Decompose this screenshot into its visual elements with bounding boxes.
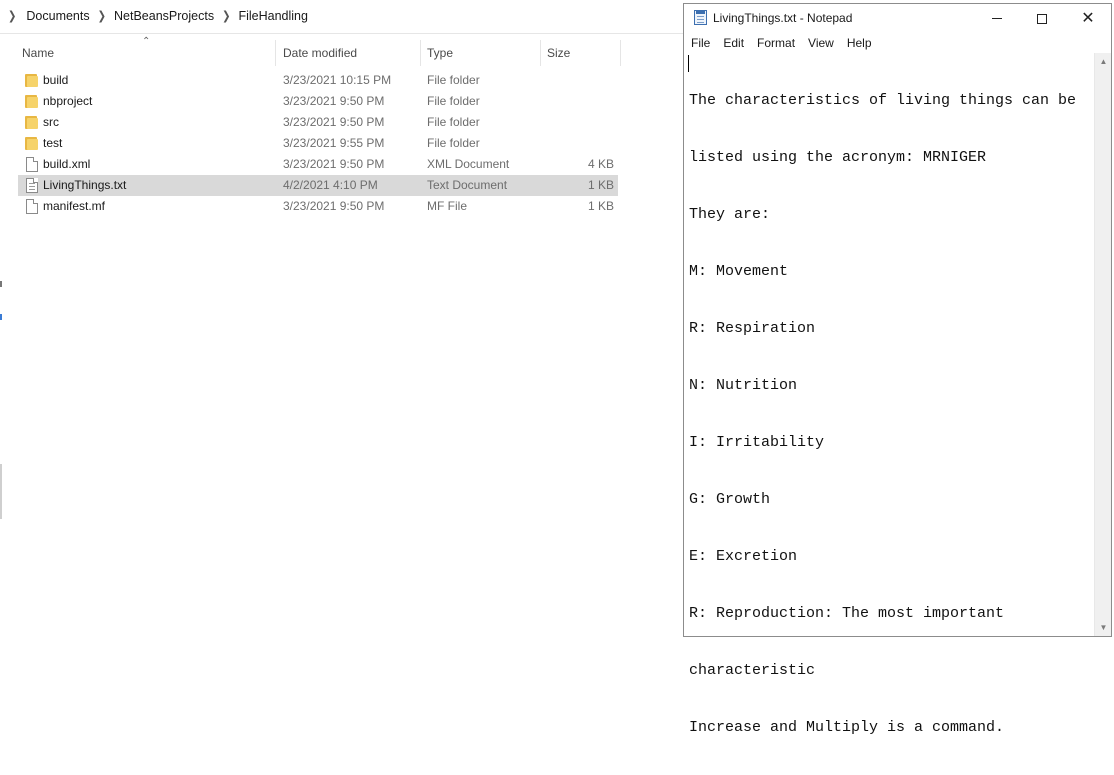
file-row-livingthings-txt[interactable]: LivingThings.txt 4/2/2021 4:10 PM Text D… — [18, 175, 618, 196]
text-line: G: Growth — [689, 491, 771, 508]
notepad-title-bar[interactable]: LivingThings.txt - Notepad ✕ — [684, 4, 1111, 33]
chevron-right-icon[interactable]: ❯ — [222, 9, 230, 22]
file-date-modified: 4/2/2021 4:10 PM — [283, 178, 378, 192]
file-date-modified: 3/23/2021 9:50 PM — [283, 157, 385, 171]
file-date-modified: 3/23/2021 9:50 PM — [283, 94, 385, 108]
file-size: 1 KB — [587, 199, 614, 213]
file-type: File folder — [427, 94, 480, 108]
menu-format[interactable]: Format — [757, 36, 795, 50]
file-name: nbproject — [43, 94, 93, 108]
file-size: 1 KB — [587, 178, 614, 192]
file-type: File folder — [427, 73, 480, 87]
file-name: test — [43, 136, 63, 150]
file-date-modified: 3/23/2021 9:50 PM — [283, 199, 385, 213]
column-divider[interactable] — [275, 40, 276, 66]
maximize-icon — [1037, 13, 1047, 24]
text-line: listed using the acronym: MRNIGER — [689, 149, 987, 166]
file-icon — [26, 199, 38, 214]
file-type: XML Document — [427, 157, 510, 171]
address-bar[interactable]: ❯ Documents ❯ NetBeansProjects ❯ FileHan… — [0, 0, 684, 34]
folder-icon — [25, 115, 39, 130]
column-header-name[interactable]: Name — [22, 46, 54, 60]
maximize-button[interactable] — [1019, 4, 1065, 33]
file-name: build.xml — [43, 157, 91, 171]
vertical-scrollbar[interactable]: ▲ ▼ — [1094, 53, 1111, 636]
folder-icon — [25, 136, 39, 151]
document-text: The characteristics of living things can… — [689, 53, 1089, 775]
breadcrumb-item-filehandling[interactable]: FileHandling — [238, 9, 307, 23]
text-line: The characteristics of living things can… — [689, 92, 1077, 109]
column-divider[interactable] — [620, 40, 621, 66]
file-type: Text Document — [427, 178, 508, 192]
file-type: MF File — [427, 199, 467, 213]
close-button[interactable]: ✕ — [1065, 4, 1111, 33]
chevron-right-icon[interactable]: ❯ — [98, 9, 106, 22]
column-divider[interactable] — [420, 40, 421, 66]
file-row-nbproject[interactable]: nbproject 3/23/2021 9:50 PM File folder — [18, 91, 618, 112]
window-title: LivingThings.txt - Notepad — [713, 11, 853, 25]
scroll-up-arrow-icon[interactable]: ▲ — [1095, 53, 1112, 70]
navigation-pane-edge — [0, 34, 4, 642]
xml-file-icon — [26, 157, 38, 172]
menu-view[interactable]: View — [808, 36, 834, 50]
scroll-down-arrow-icon[interactable]: ▼ — [1095, 619, 1112, 636]
pane-edge-mark — [0, 281, 2, 287]
notepad-menu-bar: File Edit Format View Help — [684, 33, 1111, 53]
sort-ascending-icon: ⌃ — [142, 36, 151, 47]
text-line: I: Irritability — [689, 434, 825, 451]
file-row-build[interactable]: build 3/23/2021 10:15 PM File folder — [18, 70, 618, 91]
text-line: R: Respiration — [689, 320, 816, 337]
chevron-right-icon[interactable]: ❯ — [8, 9, 16, 22]
text-line: M: Movement — [689, 263, 789, 280]
menu-file[interactable]: File — [691, 36, 710, 50]
folder-icon — [25, 94, 39, 109]
text-line: N: Nutrition — [689, 377, 798, 394]
file-size: 4 KB — [587, 157, 614, 171]
file-date-modified: 3/23/2021 9:55 PM — [283, 136, 385, 150]
file-name: src — [43, 115, 59, 129]
file-type: File folder — [427, 115, 480, 129]
text-file-icon — [26, 178, 38, 193]
file-name: manifest.mf — [43, 199, 106, 213]
minimize-button[interactable] — [974, 4, 1020, 33]
column-header-date-modified[interactable]: Date modified — [283, 46, 357, 60]
breadcrumb: ❯ Documents ❯ NetBeansProjects ❯ FileHan… — [6, 9, 308, 23]
pane-edge-mark — [0, 314, 2, 320]
file-date-modified: 3/23/2021 10:15 PM — [283, 73, 392, 87]
file-explorer-window: ❯ Documents ❯ NetBeansProjects ❯ FileHan… — [0, 0, 684, 642]
file-row-build-xml[interactable]: build.xml 3/23/2021 9:50 PM XML Document… — [18, 154, 618, 175]
file-row-test[interactable]: test 3/23/2021 9:55 PM File folder — [18, 133, 618, 154]
menu-help[interactable]: Help — [847, 36, 872, 50]
file-date-modified: 3/23/2021 9:50 PM — [283, 115, 385, 129]
file-list: ⌃ Name Date modified Type Size build 3/2… — [18, 36, 622, 214]
notepad-app-icon[interactable] — [694, 10, 707, 25]
file-name: LivingThings.txt — [43, 178, 127, 192]
column-header-type[interactable]: Type — [427, 46, 453, 60]
file-type: File folder — [427, 136, 480, 150]
column-header-row: ⌃ Name Date modified Type Size — [18, 36, 622, 66]
minimize-icon — [992, 18, 1002, 19]
column-header-size[interactable]: Size — [547, 46, 570, 60]
column-divider[interactable] — [540, 40, 541, 66]
menu-edit[interactable]: Edit — [723, 36, 744, 50]
folder-icon — [25, 73, 39, 88]
breadcrumb-item-netbeansprojects[interactable]: NetBeansProjects — [114, 9, 214, 23]
notepad-window: LivingThings.txt - Notepad ✕ File Edit F… — [683, 3, 1112, 736]
text-line: characteristic — [689, 662, 816, 679]
pane-edge-mark — [0, 464, 2, 519]
text-line: Increase and Multiply is a command. — [689, 719, 1005, 736]
text-line: R: Reproduction: The most important — [689, 605, 1005, 622]
text-line: E: Excretion — [689, 548, 798, 565]
file-row-src[interactable]: src 3/23/2021 9:50 PM File folder — [18, 112, 618, 133]
close-icon: ✕ — [1081, 9, 1095, 27]
text-editor-area[interactable]: The characteristics of living things can… — [684, 53, 1094, 736]
text-line: They are: — [689, 206, 771, 223]
breadcrumb-item-documents[interactable]: Documents — [26, 9, 89, 23]
file-name: build — [43, 73, 69, 87]
file-row-manifest-mf[interactable]: manifest.mf 3/23/2021 9:50 PM MF File 1 … — [18, 196, 618, 217]
file-rows: build 3/23/2021 10:15 PM File folder nbp… — [18, 70, 618, 217]
